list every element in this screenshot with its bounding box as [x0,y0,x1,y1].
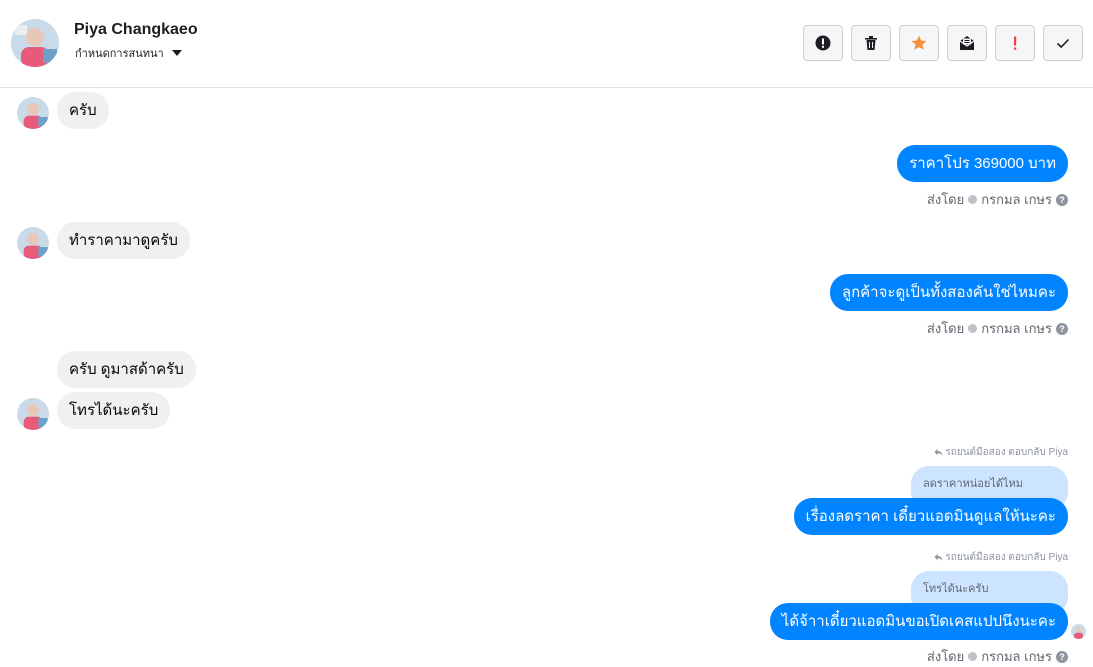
sent-by-info: ส่งโดย กรกมล เกษร ? [927,318,1068,339]
mark-unread-button[interactable] [947,25,987,61]
reply-arrow-icon [934,553,943,562]
delete-button[interactable] [851,25,891,61]
chevron-down-icon [171,50,182,56]
sent-by-label: ส่งโดย [926,192,965,207]
sender-name: กรกมล เกษร [981,192,1052,207]
sent-by-info: ส่งโดย กรกมล เกษร ? [927,646,1068,667]
contact-name[interactable]: Piya Changkaeo [74,21,198,39]
sender-name: กรกมล เกษร [981,649,1052,664]
done-button[interactable] [1043,25,1083,61]
conversation-header: Piya Changkaeo กำหนดการสนทนา [0,0,1093,88]
spam-button[interactable] [803,25,843,61]
star-icon [911,35,927,50]
incoming-message[interactable]: ครับ ดูมาสด้าครับ [57,351,196,388]
help-icon[interactable]: ? [1056,193,1068,206]
mark-unread-icon [959,36,975,50]
conversation-settings-dropdown[interactable]: กำหนดการสนทนา [75,44,182,62]
reply-info: รถยนต์มือสอง ตอบกลับ Piya [934,550,1068,565]
exclamation-icon [1014,36,1017,50]
sender-avatar[interactable] [17,398,49,430]
contact-avatar[interactable] [11,19,59,67]
reply-info-text: รถยนต์มือสอง ตอบกลับ Piya [945,447,1068,458]
sent-by-label: ส่งโดย [926,321,965,336]
reply-info-text: รถยนต์มือสอง ตอบกลับ Piya [945,552,1068,563]
checkmark-icon [1056,38,1070,49]
conversation-settings-label: กำหนดการสนทนา [75,48,164,60]
outgoing-message[interactable]: ลูกค้าจะดูเป็นทั้งสองคันใช่ไหมคะ [829,274,1068,311]
reply-arrow-icon [934,448,943,457]
outgoing-message[interactable]: ได้จ้าาเดี๋ยวแอดมินขอเปิดเคสแปปนึงนะคะ [769,603,1068,640]
seen-check-icon [968,195,978,204]
sender-avatar[interactable] [17,97,49,129]
incoming-message[interactable]: ทำราคามาดูครับ [57,222,190,259]
help-icon[interactable]: ? [1056,650,1068,663]
sender-name: กรกมล เกษร [981,321,1052,336]
alert-circle-icon [815,35,831,51]
star-button[interactable] [899,25,939,61]
outgoing-message[interactable]: ราคาโปร 369000 บาท [897,145,1068,182]
flag-button[interactable] [995,25,1035,61]
outgoing-message[interactable]: เรื่องลดราคา เดี๋ยวแอดมินดูแลให้นะคะ [793,498,1068,535]
incoming-message[interactable]: โทรได้นะครับ [57,392,171,429]
help-icon[interactable]: ? [1056,322,1068,335]
sender-avatar[interactable] [17,227,49,259]
seen-check-icon [968,652,978,661]
sent-by-label: ส่งโดย [926,649,965,664]
reply-info: รถยนต์มือสอง ตอบกลับ Piya [934,445,1068,460]
seen-avatar [1071,624,1086,639]
incoming-message[interactable]: ครับ [57,92,109,129]
sent-by-info: ส่งโดย กรกมล เกษร ? [927,189,1068,210]
seen-check-icon [968,324,978,333]
trash-icon [865,36,877,50]
